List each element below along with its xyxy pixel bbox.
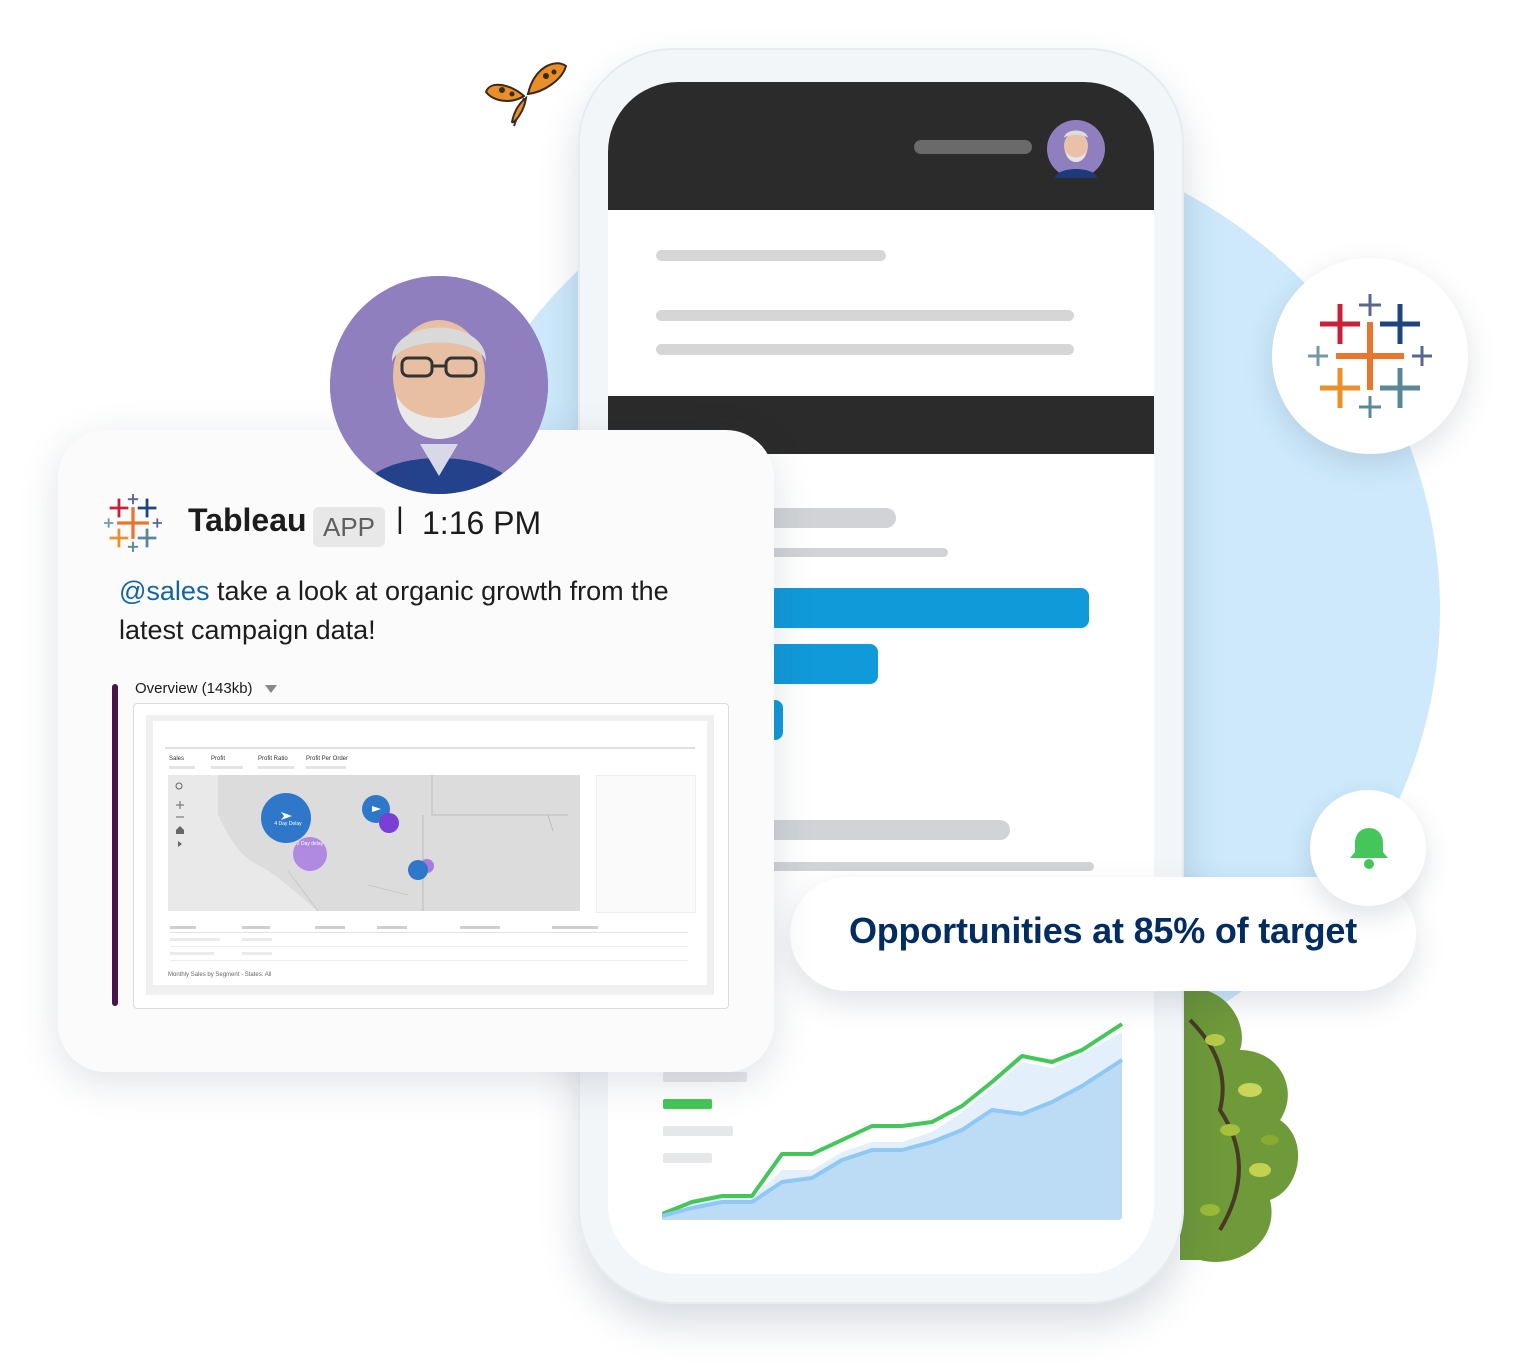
table-row-cell bbox=[170, 938, 220, 941]
user-avatar-small[interactable] bbox=[1047, 120, 1105, 178]
app-name[interactable]: Tableau bbox=[188, 502, 307, 539]
tableau-logo-icon bbox=[1308, 294, 1432, 418]
bar-1 bbox=[758, 588, 1089, 628]
attachment-title-text: Overview (143kb) bbox=[135, 680, 253, 697]
header-separator: | bbox=[396, 502, 404, 535]
kpi-bar bbox=[258, 766, 294, 769]
table-row-cell bbox=[170, 952, 214, 955]
text-line bbox=[758, 508, 896, 528]
text-line bbox=[656, 310, 1074, 321]
bell-badge[interactable] bbox=[1310, 790, 1426, 906]
text-line bbox=[758, 820, 1010, 840]
map-controls[interactable] bbox=[175, 782, 185, 850]
status-pill bbox=[914, 140, 1032, 154]
chevron-down-icon[interactable] bbox=[264, 685, 277, 694]
table-header-cell bbox=[315, 926, 345, 929]
person-portrait bbox=[330, 276, 548, 494]
kpi-bar bbox=[306, 766, 346, 769]
mini-table bbox=[170, 926, 688, 964]
divider bbox=[165, 747, 695, 749]
text-line bbox=[758, 862, 1094, 871]
table-header-cell bbox=[377, 926, 407, 929]
text-line bbox=[656, 250, 886, 261]
dashboard-footer: Monthly Sales by Segment - States: All bbox=[168, 972, 272, 978]
tableau-logo-badge bbox=[1272, 258, 1468, 454]
map-bubbles[interactable] bbox=[258, 792, 438, 884]
table-header-cell bbox=[242, 926, 270, 929]
bell-icon bbox=[1350, 828, 1388, 869]
bubble-label: 2 Day delay bbox=[296, 841, 324, 847]
text-line bbox=[758, 548, 948, 557]
bubble-label: 4 Day Delay bbox=[274, 821, 302, 827]
table-row-cell bbox=[242, 952, 272, 955]
table-rule bbox=[170, 932, 688, 933]
tableau-app-icon[interactable] bbox=[104, 494, 162, 552]
phone-header bbox=[608, 82, 1154, 210]
user-avatar-large[interactable] bbox=[330, 276, 548, 494]
user-mention[interactable]: @sales bbox=[119, 576, 209, 606]
kpi-bar bbox=[169, 766, 195, 769]
kpi-profit: Profit bbox=[211, 756, 226, 762]
kpi-sales: Sales bbox=[169, 756, 185, 762]
dashboard-side-panel bbox=[596, 775, 696, 913]
app-badge: APP bbox=[313, 507, 385, 547]
table-row-cell bbox=[242, 938, 272, 941]
table-header-cell bbox=[552, 926, 598, 929]
message-timestamp[interactable]: 1:16 PM bbox=[422, 505, 541, 542]
kpi-profit-ratio: Profit Ratio bbox=[258, 756, 288, 762]
bar-2 bbox=[758, 644, 878, 684]
attachment-accent-bar bbox=[112, 684, 118, 1006]
table-rule bbox=[170, 960, 688, 961]
table-rule bbox=[170, 946, 688, 947]
table-header-cell bbox=[170, 926, 196, 929]
notification-text: Opportunities at 85% of target bbox=[848, 910, 1358, 951]
notification-pill[interactable]: Opportunities at 85% of target bbox=[790, 877, 1416, 991]
attachment-title[interactable]: Overview (143kb) bbox=[135, 680, 277, 697]
table-header-cell bbox=[460, 926, 500, 929]
kpi-bar bbox=[211, 766, 243, 769]
message-body: @sales take a look at organic growth fro… bbox=[119, 572, 679, 650]
text-line bbox=[656, 344, 1074, 355]
butterfly-icon bbox=[484, 62, 568, 127]
kpi-profit-per-order: Profit Per Order bbox=[306, 756, 349, 762]
